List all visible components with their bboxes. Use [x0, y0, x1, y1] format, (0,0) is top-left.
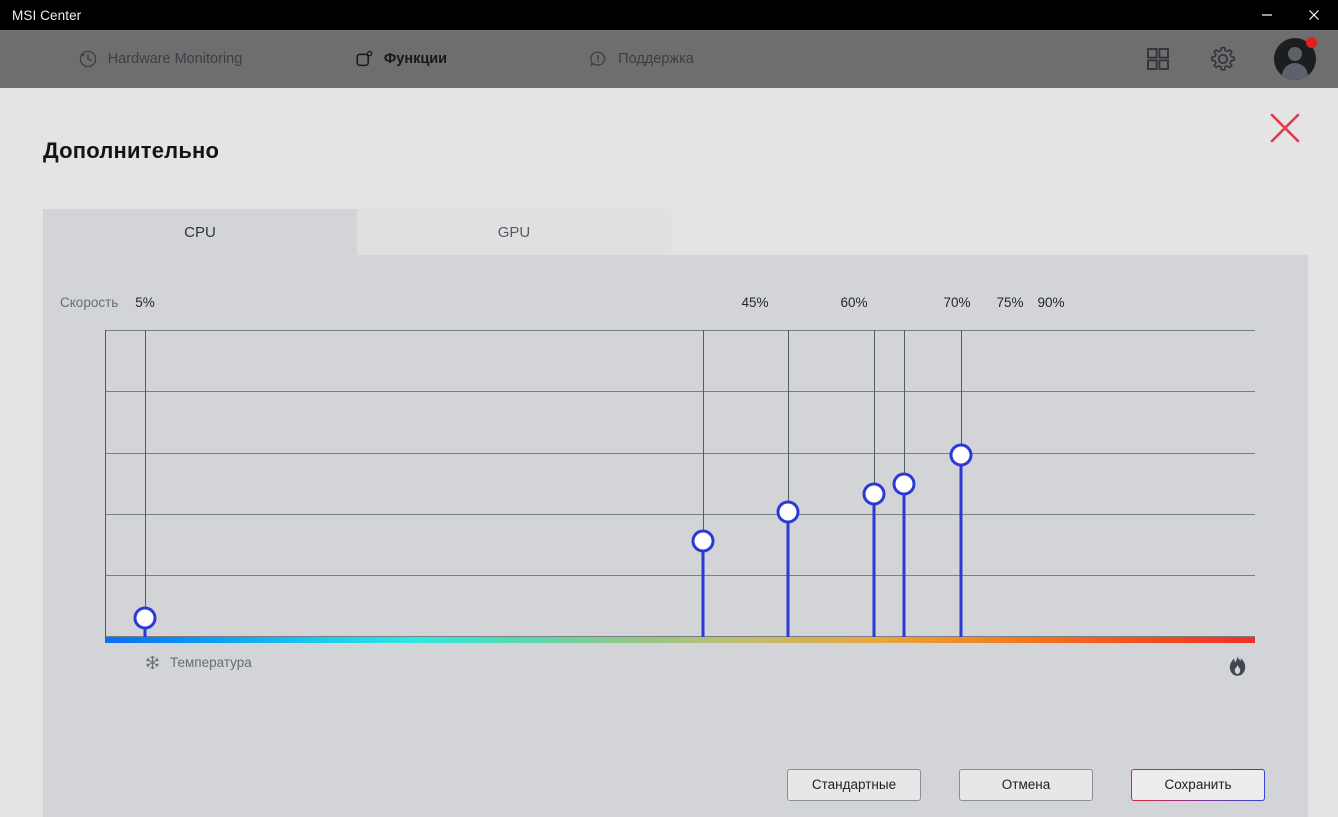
flame-icon — [1228, 655, 1247, 677]
nav-tab-hardware-monitoring[interactable]: Hardware Monitoring — [40, 30, 280, 88]
curve-node-4[interactable] — [862, 482, 886, 506]
point-label-1: 5% — [135, 295, 155, 310]
feature-icon — [354, 49, 374, 69]
dialog-footer: Стандартные Отмена Сохранить — [43, 752, 1308, 817]
curve-node-6[interactable] — [949, 443, 973, 467]
close-icon — [1270, 113, 1300, 143]
speed-axis-label: Скорость — [60, 295, 119, 310]
hot-end-indicator — [1228, 655, 1247, 677]
nav-tab-functions[interactable]: Функции — [281, 30, 520, 88]
nav-tab-label: Поддержка — [618, 51, 694, 67]
gauge-icon — [78, 49, 98, 69]
temperature-axis-legend: Температура — [145, 655, 252, 670]
curve-node-3[interactable] — [776, 500, 800, 524]
main-navbar: Hardware Monitoring Функции Поддержка — [0, 30, 1338, 115]
avatar[interactable] — [1274, 37, 1317, 80]
gridline-h — [105, 514, 1255, 515]
snowflake-icon — [145, 655, 160, 670]
close-button[interactable] — [1290, 0, 1338, 30]
gridline-h — [105, 575, 1255, 576]
nav-tab-support[interactable]: Поддержка — [521, 30, 761, 88]
temperature-axis-label: Температура — [170, 655, 252, 670]
fan-curve-panel: Скорость 5% 45% 60% 70% 75% 90% Температ… — [43, 255, 1308, 817]
gear-icon[interactable] — [1208, 44, 1238, 74]
nav-tab-label: Hardware Monitoring — [107, 51, 243, 67]
gridline-v — [145, 330, 146, 637]
gridline-h — [105, 330, 1255, 331]
page-title: Дополнительно — [43, 138, 220, 163]
advanced-panel: CPU GPU Скорость 5% 45% 60% 70% 75% 90% — [43, 209, 1308, 817]
navbar-actions — [1144, 30, 1317, 88]
window-controls — [1244, 0, 1338, 30]
gridline-h — [105, 391, 1255, 392]
nav-tab-label: Функции — [383, 51, 448, 67]
gridline-h — [105, 453, 1255, 454]
minimize-icon — [1262, 14, 1272, 16]
support-icon — [588, 49, 608, 69]
button-label: Сохранить — [1164, 777, 1232, 792]
tab-cpu[interactable]: CPU — [43, 209, 357, 255]
temperature-gradient-bar — [105, 637, 1255, 643]
tab-gpu[interactable]: GPU — [357, 209, 671, 255]
defaults-button[interactable]: Стандартные — [787, 768, 921, 801]
curve-node-5[interactable] — [892, 472, 916, 496]
save-button[interactable]: Сохранить — [1131, 768, 1265, 801]
button-label: Стандартные — [811, 777, 897, 792]
point-label-2: 45% — [741, 295, 769, 310]
fan-curve-chart: Скорость 5% 45% 60% 70% 75% 90% Температ… — [43, 255, 1308, 817]
node-stem — [902, 484, 906, 637]
close-icon — [1309, 10, 1319, 20]
dialog-close-button[interactable] — [1264, 107, 1306, 149]
tab-label: GPU — [497, 223, 531, 241]
content-area: Дополнительно CPU GPU Скорость 5% 45% 60… — [0, 88, 1338, 817]
node-stem — [786, 512, 790, 637]
node-stem — [701, 541, 705, 637]
notification-dot — [1306, 37, 1317, 48]
axis-left — [105, 330, 106, 637]
point-label-6: 90% — [1037, 295, 1065, 310]
curve-node-2[interactable] — [691, 529, 715, 553]
point-label-4: 70% — [943, 295, 971, 310]
grid-icon[interactable] — [1144, 45, 1172, 73]
minimize-button[interactable] — [1244, 0, 1290, 30]
point-label-5: 75% — [996, 295, 1024, 310]
temperature-axis-row: Температура — [105, 655, 1255, 683]
plot-grid — [105, 330, 1255, 637]
tab-label: CPU — [184, 223, 216, 241]
cancel-button[interactable]: Отмена — [959, 768, 1093, 801]
point-label-3: 60% — [840, 295, 868, 310]
window-titlebar: MSI Center — [0, 0, 1338, 30]
window-title: MSI Center — [12, 7, 82, 23]
curve-node-1[interactable] — [133, 606, 157, 630]
node-stem — [872, 494, 876, 637]
save-button-inner: Сохранить — [1132, 769, 1264, 800]
node-stem — [959, 455, 963, 637]
device-tabstrip: CPU GPU — [43, 209, 1308, 255]
button-label: Отмена — [1001, 777, 1051, 792]
